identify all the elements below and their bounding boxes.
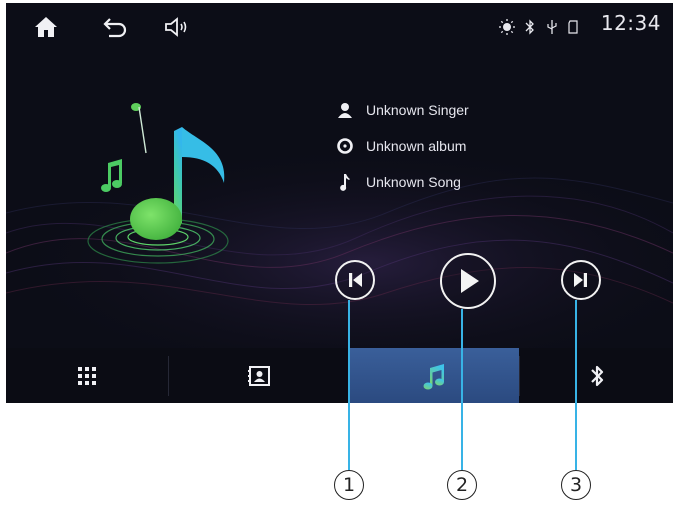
tab-contacts[interactable] — [169, 348, 348, 403]
next-track-button[interactable] — [561, 260, 601, 300]
head-unit-screen: 12:34 Unknown Singer Unknown album Unkno… — [6, 3, 673, 403]
music-note-artwork — [87, 103, 229, 264]
volume-icon[interactable] — [162, 13, 194, 41]
callout-3: 3 — [561, 470, 591, 500]
note-icon — [334, 171, 356, 193]
callout-1: 1 — [334, 470, 364, 500]
contact-card-icon — [247, 365, 270, 386]
back-icon[interactable] — [100, 13, 130, 41]
status-bar: 12:34 — [6, 3, 673, 51]
previous-icon — [349, 273, 362, 287]
callout-2: 2 — [447, 470, 477, 500]
brightness-icon — [499, 19, 515, 35]
person-icon — [334, 99, 356, 121]
home-icon[interactable] — [32, 13, 60, 41]
callout-line-3 — [575, 300, 577, 470]
clock: 12:34 — [600, 11, 661, 35]
previous-track-button[interactable] — [335, 260, 375, 300]
callout-line-2 — [461, 309, 463, 470]
bottom-navigation-bar — [6, 348, 673, 403]
song-row: Unknown Song — [334, 171, 461, 193]
song-name: Unknown Song — [366, 174, 461, 190]
album-name: Unknown album — [366, 138, 467, 154]
singer-name: Unknown Singer — [366, 102, 469, 118]
tab-apps[interactable] — [6, 348, 168, 403]
grid-icon — [78, 366, 96, 385]
bluetooth-icon — [590, 365, 603, 386]
bluetooth-status-icon — [524, 19, 536, 35]
play-button[interactable] — [440, 253, 496, 309]
sd-card-icon — [567, 19, 579, 35]
next-icon — [574, 273, 587, 287]
disc-icon — [334, 135, 356, 157]
singer-row: Unknown Singer — [334, 99, 469, 121]
album-row: Unknown album — [334, 135, 466, 157]
music-note-icon — [423, 363, 444, 389]
tab-music[interactable] — [348, 348, 519, 403]
usb-icon — [546, 19, 558, 35]
play-icon — [461, 269, 479, 293]
tab-bluetooth[interactable] — [520, 348, 673, 403]
callout-line-1 — [348, 300, 350, 470]
